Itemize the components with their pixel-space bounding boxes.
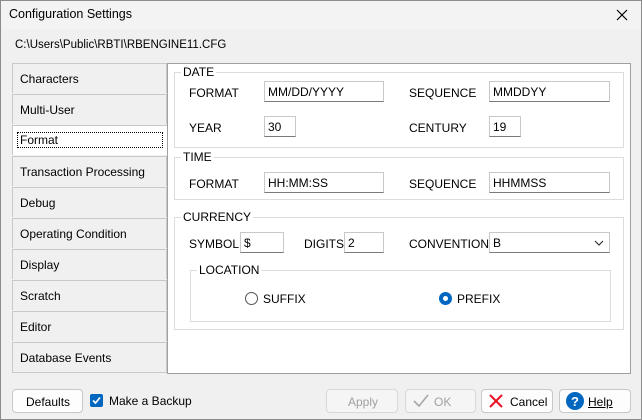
date-sequence-value: MMDDYY <box>493 85 547 99</box>
help-button[interactable]: ? Help <box>559 389 631 413</box>
year-input[interactable]: 30 <box>264 116 296 137</box>
svg-text:?: ? <box>571 394 579 409</box>
defaults-button[interactable]: Defaults <box>12 389 83 413</box>
time-sequence-value: HHMMSS <box>493 176 547 190</box>
convention-label: CONVENTION <box>409 237 490 251</box>
close-button[interactable] <box>613 6 631 24</box>
location-group: LOCATION SUFFIX PREFIX <box>190 263 611 322</box>
time-format-label: FORMAT <box>189 177 239 191</box>
century-value: 19 <box>493 120 507 134</box>
tab-label: Characters <box>20 72 79 86</box>
title-bar: Configuration Settings <box>1 1 641 29</box>
tab-label: Debug <box>20 196 56 210</box>
prefix-label[interactable]: PREFIX <box>457 292 500 306</box>
date-format-value: MM/DD/YYYY <box>268 85 345 99</box>
digits-label: DIGITS <box>304 237 345 251</box>
prefix-radio[interactable] <box>439 292 452 305</box>
tab-label: Display <box>20 258 60 272</box>
checkmark-icon <box>413 394 429 408</box>
date-format-label: FORMAT <box>189 86 239 100</box>
date-format-input[interactable]: MM/DD/YYYY <box>264 81 384 102</box>
tab-editor[interactable]: Editor <box>12 311 167 341</box>
tab-label: Database Events <box>20 351 112 365</box>
format-panel: DATE FORMAT MM/DD/YYYY SEQUENCE MMDDYY Y… <box>167 63 631 374</box>
year-value: 30 <box>268 120 282 134</box>
time-sequence-label: SEQUENCE <box>409 177 477 191</box>
currency-group: CURRENCY SYMBOL $ DIGITS 2 CONVENTION B … <box>174 210 624 330</box>
suffix-radio[interactable] <box>245 292 258 305</box>
tab-label: Scratch <box>20 289 61 303</box>
backup-label[interactable]: Make a Backup <box>109 394 192 408</box>
convention-value: B <box>493 236 502 250</box>
tab-list: Characters Multi-User Format Transaction… <box>12 63 168 374</box>
backup-checkbox[interactable] <box>90 394 103 407</box>
defaults-label: Defaults <box>26 395 71 409</box>
year-label: YEAR <box>189 121 222 135</box>
century-label: CENTURY <box>409 121 467 135</box>
digits-input[interactable]: 2 <box>344 232 384 253</box>
help-label: Help <box>588 395 613 409</box>
x-icon <box>489 394 503 408</box>
symbol-label: SYMBOL <box>189 237 240 251</box>
tab-database-events[interactable]: Database Events <box>12 342 167 373</box>
ok-label: OK <box>434 395 452 409</box>
tab-label: Format <box>20 133 59 147</box>
time-format-input[interactable]: HH:MM:SS <box>264 172 384 193</box>
time-group-label: TIME <box>181 150 214 164</box>
tab-label: Multi-User <box>20 103 75 117</box>
date-sequence-label: SEQUENCE <box>409 86 477 100</box>
digits-value: 2 <box>348 236 355 250</box>
help-icon: ? <box>566 392 584 410</box>
tab-display[interactable]: Display <box>12 249 167 279</box>
currency-group-label: CURRENCY <box>181 210 254 224</box>
tab-transaction-processing[interactable]: Transaction Processing <box>12 156 167 186</box>
date-group: DATE FORMAT MM/DD/YYYY SEQUENCE MMDDYY Y… <box>174 65 624 148</box>
suffix-label[interactable]: SUFFIX <box>263 292 306 306</box>
checkmark-icon <box>92 396 101 405</box>
date-sequence-input[interactable]: MMDDYY <box>489 81 610 102</box>
time-sequence-input[interactable]: HHMMSS <box>489 172 610 193</box>
convention-select[interactable]: B <box>489 232 610 253</box>
century-input[interactable]: 19 <box>489 116 521 137</box>
chevron-down-icon <box>594 240 604 246</box>
window-title: Configuration Settings <box>9 7 132 21</box>
close-icon <box>616 9 628 21</box>
tab-scratch[interactable]: Scratch <box>12 280 167 310</box>
tab-operating-condition[interactable]: Operating Condition <box>12 218 167 248</box>
tab-label: Operating Condition <box>20 227 127 241</box>
tab-characters[interactable]: Characters <box>12 63 167 93</box>
apply-button[interactable]: Apply <box>326 389 398 413</box>
ok-button[interactable]: OK <box>405 389 476 413</box>
config-dialog: Configuration Settings C:\Users\Public\R… <box>0 0 642 420</box>
tab-multi-user[interactable]: Multi-User <box>12 94 167 124</box>
cancel-label: Cancel <box>510 395 548 409</box>
location-group-label: LOCATION <box>197 263 262 277</box>
symbol-value: $ <box>244 236 251 250</box>
date-group-label: DATE <box>181 65 217 79</box>
apply-label: Apply <box>348 395 379 409</box>
tab-label: Editor <box>20 320 52 334</box>
time-format-value: HH:MM:SS <box>268 176 328 190</box>
cancel-button[interactable]: Cancel <box>481 389 553 413</box>
tab-label: Transaction Processing <box>20 165 145 179</box>
file-path: C:\Users\Public\RBTI\RBENGINE11.CFG <box>15 39 227 51</box>
symbol-input[interactable]: $ <box>240 232 284 253</box>
tab-debug[interactable]: Debug <box>12 187 167 217</box>
time-group: TIME FORMAT HH:MM:SS SEQUENCE HHMMSS <box>174 150 624 200</box>
tab-format[interactable]: Format <box>12 125 167 155</box>
